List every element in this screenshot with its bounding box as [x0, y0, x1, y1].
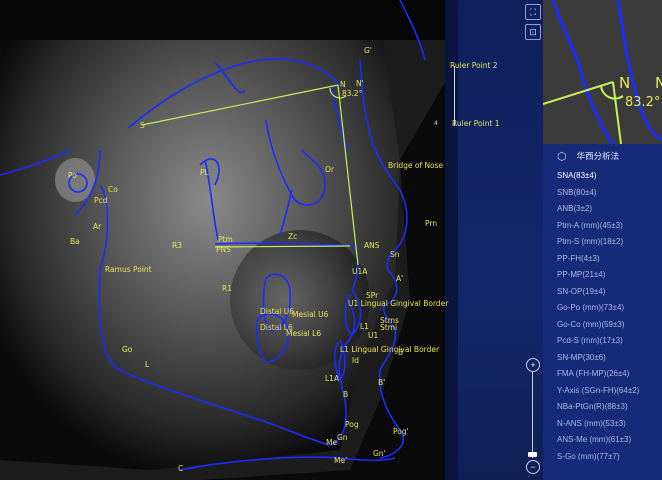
label-angle: 83.2°	[342, 89, 363, 98]
zoom-control: + −	[524, 356, 542, 476]
ruler-point-2[interactable]: Ruler Point 2	[450, 61, 498, 70]
metric-item[interactable]: Ptm-S (mm)(18±2)	[543, 234, 662, 251]
label-id[interactable]: Id	[352, 356, 359, 365]
magnifier-canvas: N 83.2° N	[543, 0, 662, 144]
label-pcd[interactable]: Pcd	[94, 196, 108, 205]
magnifier-view: N 83.2° N	[543, 0, 662, 144]
ruler-point-1[interactable]: Ruler Point 1	[452, 119, 500, 128]
zoom-thumb[interactable]	[528, 451, 537, 457]
metric-item[interactable]: SN-OP(19±4)	[543, 284, 662, 301]
zoom-in-icon[interactable]: +	[526, 358, 540, 372]
mag-label-n-prime: N	[655, 74, 662, 92]
label-po[interactable]: Po	[68, 171, 77, 180]
metric-list: SNA(83±4) SNB(80±4) ANB(3±2) Ptm-A (mm)(45±…	[543, 168, 662, 465]
label-go[interactable]: Go	[122, 345, 133, 354]
label-b[interactable]: B	[343, 390, 348, 399]
label-prn[interactable]: Prn	[425, 219, 437, 228]
fullscreen-icon[interactable]: ⛶	[525, 4, 541, 20]
label-g-prime[interactable]: G'	[364, 46, 372, 55]
label-ptm[interactable]: Ptm	[218, 235, 233, 244]
metric-item[interactable]: PP-FH(4±3)	[543, 251, 662, 268]
label-bridge-of-nose: Bridge of Nose	[388, 161, 444, 170]
label-gn[interactable]: Gn	[337, 433, 348, 442]
label-pog-prime[interactable]: Pog'	[393, 427, 409, 436]
metric-item[interactable]: Pcd-S (mm)(17±3)	[543, 333, 662, 350]
ruler-tick-label: 4	[434, 120, 438, 127]
mag-label-n: N	[619, 74, 630, 92]
cephalometric-app: G' N N' 83.2° S Or Bridge of Nose Po Co …	[0, 0, 662, 480]
label-mesial-l6: Mesial L6	[286, 329, 321, 338]
label-l1a[interactable]: L1A	[325, 374, 340, 383]
metric-item[interactable]: SNB(80±4)	[543, 185, 662, 202]
metric-item[interactable]: ANS-Me (mm)(61±3)	[543, 432, 662, 449]
label-b-dot[interactable]: B	[398, 348, 403, 357]
label-ba[interactable]: Ba	[70, 237, 80, 246]
metric-item[interactable]: NBa-PtGn(R)(88±3)	[543, 399, 662, 416]
label-u1[interactable]: U1	[368, 331, 378, 340]
label-u1-lingual: U1 Lingual Gingival Border	[348, 299, 449, 308]
label-distal-u6: Distal U6	[260, 307, 294, 316]
label-mesial-u6: Mesial U6	[292, 310, 329, 319]
mag-angle: 83.2°	[625, 95, 660, 110]
ruler-line	[454, 66, 455, 126]
label-me[interactable]: Me	[326, 438, 337, 447]
label-me-prime[interactable]: Me'	[334, 456, 347, 465]
label-ramus-point: Ramus Point	[105, 265, 152, 274]
label-r1[interactable]: R1	[222, 284, 232, 293]
metric-item[interactable]: FMA (FH-MP)(26±4)	[543, 366, 662, 383]
metric-item[interactable]: SN-MP(30±6)	[543, 350, 662, 367]
xray-viewport[interactable]: G' N N' 83.2° S Or Bridge of Nose Po Co …	[0, 0, 458, 480]
label-pl[interactable]: PL	[200, 168, 210, 177]
xray-canvas[interactable]: G' N N' 83.2° S Or Bridge of Nose Po Co …	[0, 0, 458, 480]
label-l1[interactable]: L1	[360, 322, 369, 331]
label-pns[interactable]: PNS	[216, 245, 231, 254]
label-n-prime[interactable]: N'	[356, 79, 364, 88]
label-zc[interactable]: Zc	[288, 232, 297, 241]
metric-item[interactable]: Ptm-A (mm)(45±3)	[543, 218, 662, 235]
metric-item[interactable]: Y-Axis (SGn-FH)(64±2)	[543, 383, 662, 400]
label-pog[interactable]: Pog	[345, 420, 359, 429]
label-c[interactable]: C	[178, 464, 183, 473]
label-co[interactable]: Co	[108, 185, 118, 194]
zoom-track[interactable]	[532, 372, 533, 458]
label-gn-prime[interactable]: Gn'	[373, 449, 386, 458]
metric-item[interactable]: Go-Po (mm)(73±4)	[543, 300, 662, 317]
zoom-out-icon[interactable]: −	[526, 460, 540, 474]
metric-item[interactable]: S-Go (mm)(77±7)	[543, 449, 662, 466]
metric-item[interactable]: N-ANS (mm)(53±3)	[543, 416, 662, 433]
label-ar[interactable]: Ar	[93, 222, 102, 231]
metric-item[interactable]: ANB(3±2)	[543, 201, 662, 218]
label-l1-lingual: L1 Lingual Gingival Border	[340, 345, 440, 354]
metric-item[interactable]: PP-MP(21±4)	[543, 267, 662, 284]
label-r3[interactable]: R3	[172, 241, 182, 250]
label-ans[interactable]: ANS	[364, 241, 380, 250]
label-or[interactable]: Or	[325, 165, 335, 174]
metric-item[interactable]: Go-Co (mm)(59±3)	[543, 317, 662, 334]
label-sn[interactable]: Sn	[390, 250, 400, 259]
label-b-prime[interactable]: B'	[378, 378, 385, 387]
analysis-header[interactable]: ⬡ 华西分析法	[543, 146, 662, 166]
analysis-title: 华西分析法	[576, 151, 620, 161]
label-stmi[interactable]: Stmi	[380, 323, 397, 332]
fit-screen-icon[interactable]: ⊡	[525, 24, 541, 40]
label-s[interactable]: S	[140, 121, 145, 130]
label-n[interactable]: N	[340, 80, 346, 89]
label-a-prime[interactable]: A'	[396, 274, 403, 283]
label-u1a[interactable]: U1A	[352, 267, 368, 276]
metric-item[interactable]: SNA(83±4)	[543, 168, 662, 185]
hexagon-icon: ⬡	[557, 150, 567, 163]
analysis-panel: N 83.2° N ⬡ 华西分析法 SNA(83±4) SNB(80±4) ANB(…	[543, 0, 662, 480]
